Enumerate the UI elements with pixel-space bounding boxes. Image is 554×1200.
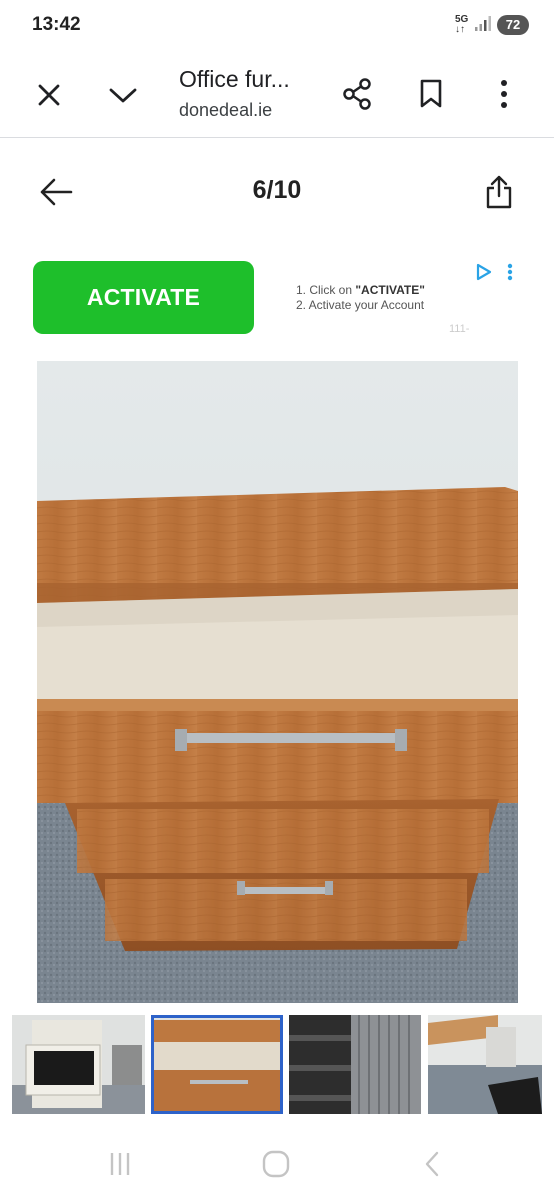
battery-indicator: 72 <box>497 15 529 35</box>
more-vert-icon <box>501 80 507 108</box>
ad-activate-button[interactable]: ACTIVATE <box>33 261 254 334</box>
gallery-share-button[interactable] <box>480 172 518 212</box>
image-counter: 6/10 <box>252 176 302 204</box>
ad-step-2: 2. Activate your Account <box>296 298 425 312</box>
chevron-down-icon <box>109 88 137 103</box>
network-label: 5G <box>455 14 469 25</box>
page-title[interactable]: Office fur... <box>179 66 290 93</box>
ad-faint-text: 111- <box>449 323 470 335</box>
ad-banner: ACTIVATE 1. Click on "ACTIVATE" 2. Activ… <box>0 255 554 345</box>
back-button[interactable] <box>412 1146 452 1182</box>
network-indicator: 5G ↓↑ <box>455 14 469 35</box>
share-upload-icon <box>486 175 512 209</box>
ad-choices-icon[interactable] <box>475 263 493 281</box>
thumbnail-strip <box>0 1015 554 1115</box>
thumbnail[interactable] <box>428 1015 542 1114</box>
bookmark-icon <box>420 79 442 108</box>
page-domain[interactable]: donedeal.ie <box>179 100 272 121</box>
home-icon <box>262 1150 290 1178</box>
share-icon <box>343 78 371 110</box>
thumbnail[interactable] <box>289 1015 421 1114</box>
bookmark-button[interactable] <box>413 76 449 112</box>
close-icon <box>38 84 60 106</box>
close-tab-button[interactable] <box>31 77 67 113</box>
system-nav-bar <box>0 1130 554 1200</box>
browser-toolbar: Office fur... donedeal.ie <box>0 52 554 138</box>
recent-apps-icon <box>110 1153 130 1175</box>
thumbnail-selected[interactable] <box>151 1015 283 1114</box>
gallery-header: 6/10 <box>0 140 554 245</box>
main-photo[interactable] <box>37 361 518 1003</box>
share-button[interactable] <box>339 76 375 112</box>
status-bar: 13:42 5G ↓↑ 72 <box>0 0 554 52</box>
thumbnail[interactable] <box>12 1015 145 1114</box>
recent-apps-button[interactable] <box>100 1146 140 1182</box>
status-time: 13:42 <box>32 14 81 35</box>
more-options-button[interactable] <box>486 76 522 112</box>
ad-step-1: 1. Click on "ACTIVATE" <box>296 283 425 297</box>
ad-menu-icon[interactable] <box>504 263 516 281</box>
home-button[interactable] <box>256 1146 296 1182</box>
signal-icon <box>475 16 491 31</box>
minimize-button[interactable] <box>105 77 141 113</box>
back-icon <box>425 1151 439 1177</box>
ad-steps: 1. Click on "ACTIVATE" 2. Activate your … <box>296 283 425 313</box>
